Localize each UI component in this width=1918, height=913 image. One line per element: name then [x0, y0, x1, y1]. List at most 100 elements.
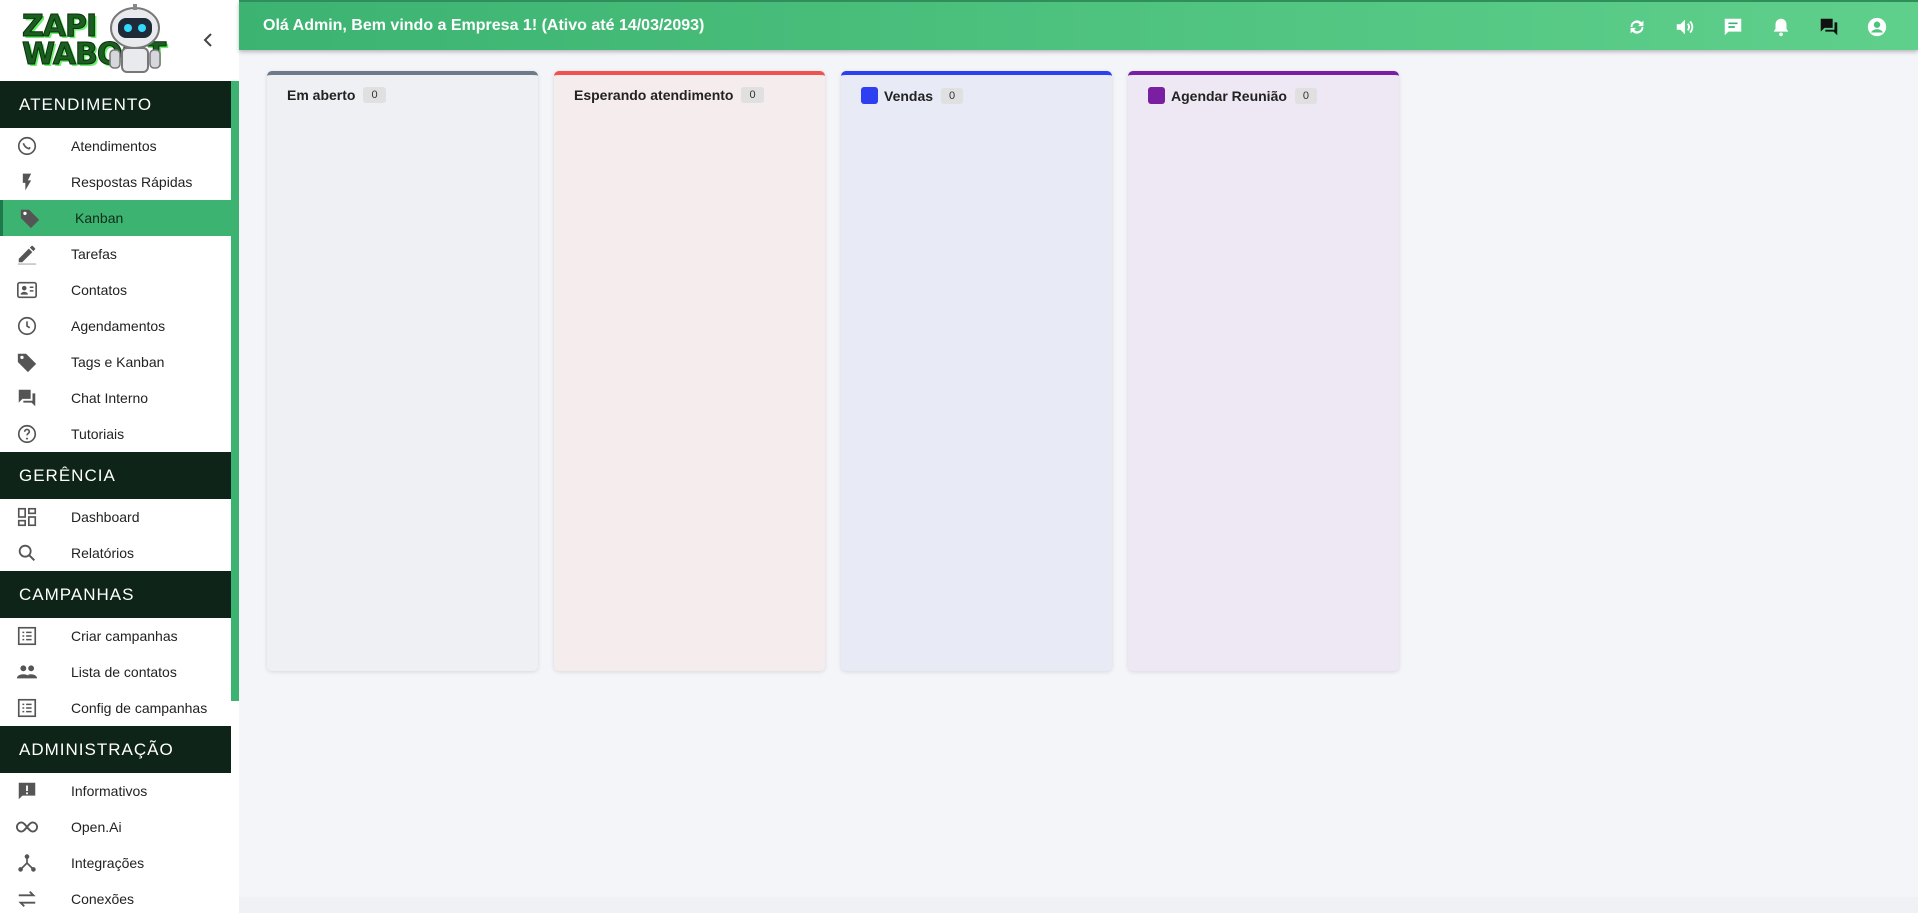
logo: ZAPI WABOOT [0, 0, 239, 81]
sidebar-item-label: Atendimentos [71, 138, 157, 154]
sidebar-item-contatos[interactable]: Contatos [0, 272, 231, 308]
section-header-gerência: GERÊNCIA [0, 452, 231, 499]
forum-button[interactable] [1816, 14, 1842, 40]
lane-count-badge: 0 [1294, 87, 1318, 104]
volume-button[interactable] [1672, 14, 1698, 40]
chevron-left-icon [203, 33, 212, 47]
refresh-button[interactable] [1624, 14, 1650, 40]
swap-icon [13, 888, 41, 910]
sidebar-item-label: Tutoriais [71, 426, 125, 442]
search-icon [13, 542, 41, 564]
infinity-icon [13, 816, 41, 838]
welcome-text: Olá Admin, Bem vindo a Empresa 1! (Ativo… [263, 17, 705, 34]
bell-button[interactable] [1768, 14, 1794, 40]
kanban-board: Em aberto 0 Esperando atendimento 0 Vendas 0 A… [267, 71, 1399, 671]
contact-card-icon [13, 279, 41, 301]
lane-color-swatch [1148, 87, 1165, 104]
account-icon [1867, 17, 1887, 37]
sidebar-item-criar-campanhas[interactable]: Criar campanhas [0, 618, 231, 654]
sidebar-item-label: Respostas Rápidas [71, 174, 193, 190]
top-bar: Olá Admin, Bem vindo a Empresa 1! (Ativo… [239, 0, 1918, 50]
lane-title: Agendar Reunião [1171, 87, 1287, 104]
sidebar-scrollbar[interactable] [231, 81, 239, 701]
sidebar-item-label: Config de campanhas [71, 700, 208, 716]
sidebar-item-tutoriais[interactable]: Tutoriais [0, 416, 231, 452]
sidebar-item-informativos[interactable]: Informativos [0, 773, 231, 809]
section-header-campanhas: CAMPANHAS [0, 571, 231, 618]
sidebar-item-label: Lista de contatos [71, 664, 177, 680]
chat-icon [1724, 18, 1742, 36]
lane-color-swatch [861, 87, 878, 104]
sidebar-item-tags-e-kanban[interactable]: Tags e Kanban [0, 344, 231, 380]
kanban-lane[interactable]: Esperando atendimento 0 [554, 71, 825, 671]
sidebar-item-label: Integrações [71, 855, 145, 871]
lane-count-badge: 0 [363, 87, 386, 103]
sidebar-item-label: Conexões [71, 891, 135, 907]
volume-icon [1676, 19, 1694, 35]
collapse-sidebar-button[interactable] [198, 28, 218, 52]
lane-header: Agendar Reunião 0 [1148, 87, 1379, 104]
forum-icon [13, 387, 41, 409]
robot-icon [109, 4, 161, 73]
chat-button[interactable] [1720, 14, 1746, 40]
sidebar-item-label: Criar campanhas [71, 628, 178, 644]
sidebar-item-atendimentos[interactable]: Atendimentos [0, 128, 231, 164]
sidebar-item-config-de-campanhas[interactable]: Config de campanhas [0, 690, 231, 726]
lane-title: Vendas [884, 87, 934, 104]
sidebar-item-label: Contatos [71, 282, 128, 298]
kanban-lane[interactable]: Agendar Reunião 0 [1128, 71, 1399, 671]
kanban-lane[interactable]: Vendas 0 [841, 71, 1112, 671]
pencil-icon [13, 243, 41, 265]
sidebar-nav: ATENDIMENTO Atendimentos Respostas Rápidas… [0, 81, 239, 913]
sidebar-item-label: Informativos [71, 783, 148, 799]
tag-icon [16, 207, 44, 229]
sidebar-item-agendamentos[interactable]: Agendamentos [0, 308, 231, 344]
bell-icon [1773, 18, 1789, 37]
section-header-administração: ADMINISTRAÇÃO [0, 726, 231, 773]
lane-header: Vendas 0 [861, 87, 1092, 104]
sidebar-item-label: Open.Ai [71, 819, 122, 835]
tag-icon [13, 351, 41, 373]
forum-icon [1820, 18, 1838, 36]
account-button[interactable] [1864, 14, 1890, 40]
section-header-atendimento: ATENDIMENTO [0, 81, 231, 128]
sidebar-item-label: Kanban [75, 210, 124, 226]
sidebar-item-tarefas[interactable]: Tarefas [0, 236, 231, 272]
sidebar-item-dashboard[interactable]: Dashboard [0, 499, 231, 535]
sidebar-item-conexões[interactable]: Conexões [0, 881, 231, 913]
sidebar-item-label: Dashboard [71, 509, 140, 525]
bottom-strip [239, 897, 1918, 913]
sidebar-item-respostas-rápidas[interactable]: Respostas Rápidas [0, 164, 231, 200]
lane-count-badge: 0 [741, 87, 764, 103]
sidebar-item-label: Tags e Kanban [71, 354, 165, 370]
sidebar-item-label: Chat Interno [71, 390, 149, 406]
list-icon [13, 697, 41, 719]
help-circle-icon [13, 423, 41, 445]
sidebar-item-lista-de-contatos[interactable]: Lista de contatos [0, 654, 231, 690]
flash-icon [13, 171, 41, 193]
top-actions [1624, 14, 1890, 40]
whatsapp-icon [13, 135, 41, 157]
sidebar-item-label: Agendamentos [71, 318, 166, 334]
sidebar-item-relatórios[interactable]: Relatórios [0, 535, 231, 571]
sidebar: ZAPI WABOOT ATENDIMENTO Atendimentos Respo… [0, 0, 239, 913]
dashboard-icon [13, 506, 41, 528]
announcement-icon [13, 780, 41, 802]
lane-header: Em aberto 0 [287, 87, 518, 103]
hub-icon [13, 852, 41, 874]
kanban-lane[interactable]: Em aberto 0 [267, 71, 538, 671]
lane-count-badge: 0 [941, 87, 964, 104]
clock-icon [13, 315, 41, 337]
lane-title: Esperando atendimento [574, 87, 734, 103]
sidebar-item-label: Relatórios [71, 545, 135, 561]
sidebar-item-integrações[interactable]: Integrações [0, 845, 231, 881]
sidebar-item-kanban[interactable]: Kanban [0, 200, 231, 236]
lane-title: Em aberto [287, 87, 356, 103]
list-icon [13, 625, 41, 647]
sidebar-item-open-ai[interactable]: Open.Ai [0, 809, 231, 845]
refresh-icon [1630, 20, 1644, 34]
sidebar-item-label: Tarefas [71, 246, 117, 262]
sidebar-item-chat-interno[interactable]: Chat Interno [0, 380, 231, 416]
lane-header: Esperando atendimento 0 [574, 87, 805, 103]
people-icon [13, 661, 41, 683]
